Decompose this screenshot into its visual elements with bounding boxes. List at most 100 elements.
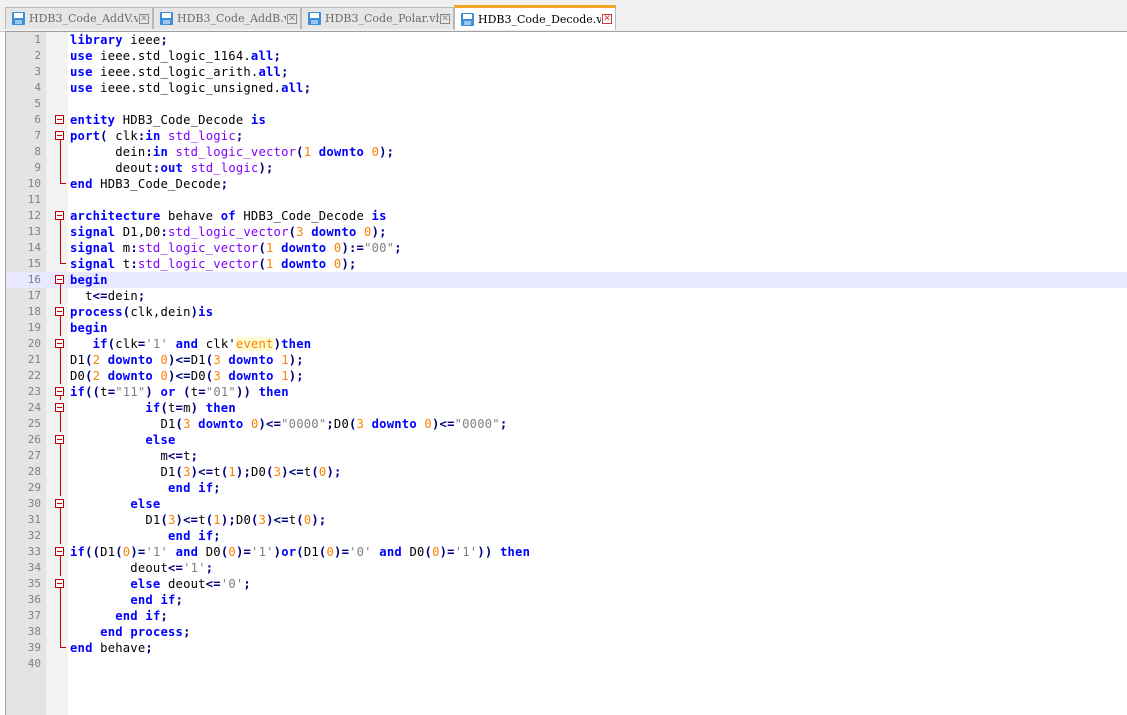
code-text: D1(3)<=t(1);D0(3)<=t(0); (70, 513, 327, 527)
code-line[interactable]: 4 use ieee.std_logic_unsigned.all; (6, 80, 1127, 96)
code-line[interactable]: 33 if((D1(0)='1' and D0(0)='1')or(D1(0)='… (6, 544, 1127, 560)
fold-minus-icon[interactable] (55, 208, 67, 224)
fold-minus-icon[interactable] (55, 384, 67, 400)
code-line[interactable]: 30 else (6, 496, 1127, 512)
code-line[interactable]: 9 deout:out std_logic); (6, 160, 1127, 176)
close-icon[interactable]: ✕ (287, 13, 297, 24)
code-editor[interactable]: 1 library ieee; 2 use ieee.std_logic_1164.a… (5, 31, 1127, 715)
code-text: use ieee.std_logic_1164.all; (70, 49, 282, 63)
code-line[interactable]: 29 end if; (6, 480, 1127, 496)
code-line[interactable]: 16 begin (6, 272, 1127, 288)
code-line[interactable]: 21 D1(2 downto 0)<=D1(3 downto 1); (6, 352, 1127, 368)
tab-label: HDB3_Code_AddV.vhd (29, 12, 138, 25)
line-number: 11 (27, 193, 41, 206)
code-line[interactable]: 19 begin (6, 320, 1127, 336)
code-line[interactable]: 40 (6, 656, 1127, 672)
code-text: port( clk:in std_logic; (70, 129, 244, 143)
code-line[interactable]: 22 D0(2 downto 0)<=D0(3 downto 1); (6, 368, 1127, 384)
line-number: 2 (34, 49, 41, 62)
code-line[interactable]: 28 D1(3)<=t(1);D0(3)<=t(0); (6, 464, 1127, 480)
fold-guide (55, 160, 67, 176)
fold-minus-icon[interactable] (55, 304, 67, 320)
fold-minus-icon[interactable] (55, 432, 67, 448)
code-line[interactable]: 24 if(t=m) then (6, 400, 1127, 416)
close-icon[interactable]: ✕ (139, 13, 149, 24)
line-number: 25 (27, 417, 41, 430)
code-line[interactable]: 36 end if; (6, 592, 1127, 608)
line-number: 34 (27, 561, 41, 574)
code-line[interactable]: 14 signal m:std_logic_vector(1 downto 0):… (6, 240, 1127, 256)
tab-hdb3-code-addv[interactable]: HDB3_Code_AddV.vhd ✕ (5, 7, 153, 29)
line-number: 36 (27, 593, 41, 606)
code-line[interactable]: 20 if(clk='1' and clk'event)then (6, 336, 1127, 352)
tab-hdb3-code-addb[interactable]: HDB3_Code_AddB.vhd ✕ (153, 7, 301, 29)
code-line[interactable]: 17 t<=dein; (6, 288, 1127, 304)
fold-guide (55, 528, 67, 544)
fold-guide (55, 144, 67, 160)
line-number: 39 (27, 641, 41, 654)
line-number: 18 (27, 305, 41, 318)
fold-minus-icon[interactable] (55, 128, 67, 144)
line-number: 31 (27, 513, 41, 526)
code-line[interactable]: 38 end process; (6, 624, 1127, 640)
code-line[interactable]: 31 D1(3)<=t(1);D0(3)<=t(0); (6, 512, 1127, 528)
code-text: signal D1,D0:std_logic_vector(3 downto 0… (70, 225, 387, 239)
fold-guide (55, 288, 67, 304)
fold-minus-icon[interactable] (55, 544, 67, 560)
fold-minus-icon[interactable] (55, 272, 67, 288)
code-line[interactable]: 2 use ieee.std_logic_1164.all; (6, 48, 1127, 64)
line-number: 22 (27, 369, 41, 382)
line-number: 27 (27, 449, 41, 462)
code-line[interactable]: 37 end if; (6, 608, 1127, 624)
code-line[interactable]: 11 (6, 192, 1127, 208)
line-number: 1 (34, 33, 41, 46)
code-line[interactable]: 23 if((t="11") or (t="01")) then (6, 384, 1127, 400)
code-line[interactable]: 12 architecture behave of HDB3_Code_Decod… (6, 208, 1127, 224)
code-text: library ieee; (70, 33, 168, 47)
line-number: 3 (34, 65, 41, 78)
line-number: 28 (27, 465, 41, 478)
code-line[interactable]: 27 m<=t; (6, 448, 1127, 464)
tab-hdb3-code-polar[interactable]: HDB3_Code_Polar.vhd ✕ (301, 7, 454, 29)
code-line[interactable]: 39 end behave; (6, 640, 1127, 656)
code-text: D0(2 downto 0)<=D0(3 downto 1); (70, 369, 304, 383)
line-number: 23 (27, 385, 41, 398)
line-number: 9 (34, 161, 41, 174)
close-icon[interactable]: ✕ (440, 13, 450, 24)
close-icon[interactable]: ✕ (602, 14, 612, 24)
code-line[interactable]: 18 process(clk,dein)is (6, 304, 1127, 320)
line-number: 26 (27, 433, 41, 446)
fold-minus-icon[interactable] (55, 112, 67, 128)
tab-label: HDB3_Code_Polar.vhd (325, 12, 439, 25)
fold-guide (55, 176, 67, 192)
code-line[interactable]: 3 use ieee.std_logic_arith.all; (6, 64, 1127, 80)
tab-hdb3-code-decode[interactable]: HDB3_Code_Decode.vhd ✕ (454, 5, 616, 30)
code-line[interactable]: 10 end HDB3_Code_Decode; (6, 176, 1127, 192)
code-line[interactable]: 1 library ieee; (6, 32, 1127, 48)
fold-guide (55, 512, 67, 528)
code-text: D1(3)<=t(1);D0(3)<=t(0); (70, 465, 342, 479)
code-text: dein:in std_logic_vector(1 downto 0); (70, 145, 395, 159)
fold-minus-icon[interactable] (55, 496, 67, 512)
code-line[interactable]: 32 end if; (6, 528, 1127, 544)
code-line[interactable]: 35 else deout<='0'; (6, 576, 1127, 592)
code-line[interactable]: 7 port( clk:in std_logic; (6, 128, 1127, 144)
code-line[interactable]: 5 (6, 96, 1127, 112)
line-number: 33 (27, 545, 41, 558)
code-text: D1(2 downto 0)<=D1(3 downto 1); (70, 353, 304, 367)
fold-minus-icon[interactable] (55, 576, 67, 592)
tab-label: HDB3_Code_Decode.vhd (478, 12, 601, 26)
code-line[interactable]: 15 signal t:std_logic_vector(1 downto 0); (6, 256, 1127, 272)
code-text: end if; (130, 593, 184, 607)
code-line[interactable]: 25 D1(3 downto 0)<="0000";D0(3 downto 0)… (6, 416, 1127, 432)
fold-minus-icon[interactable] (55, 400, 67, 416)
code-line[interactable]: 26 else (6, 432, 1127, 448)
code-line[interactable]: 13 signal D1,D0:std_logic_vector(3 downto… (6, 224, 1127, 240)
code-text: architecture behave of HDB3_Code_Decode … (70, 209, 387, 223)
code-line[interactable]: 6 entity HDB3_Code_Decode is (6, 112, 1127, 128)
code-line[interactable]: 34 deout<='1'; (6, 560, 1127, 576)
code-text: if((D1(0)='1' and D0(0)='1')or(D1(0)='0'… (70, 545, 531, 559)
fold-minus-icon[interactable] (55, 336, 67, 352)
code-line[interactable]: 8 dein:in std_logic_vector(1 downto 0); (6, 144, 1127, 160)
code-text: use ieee.std_logic_arith.all; (70, 65, 289, 79)
